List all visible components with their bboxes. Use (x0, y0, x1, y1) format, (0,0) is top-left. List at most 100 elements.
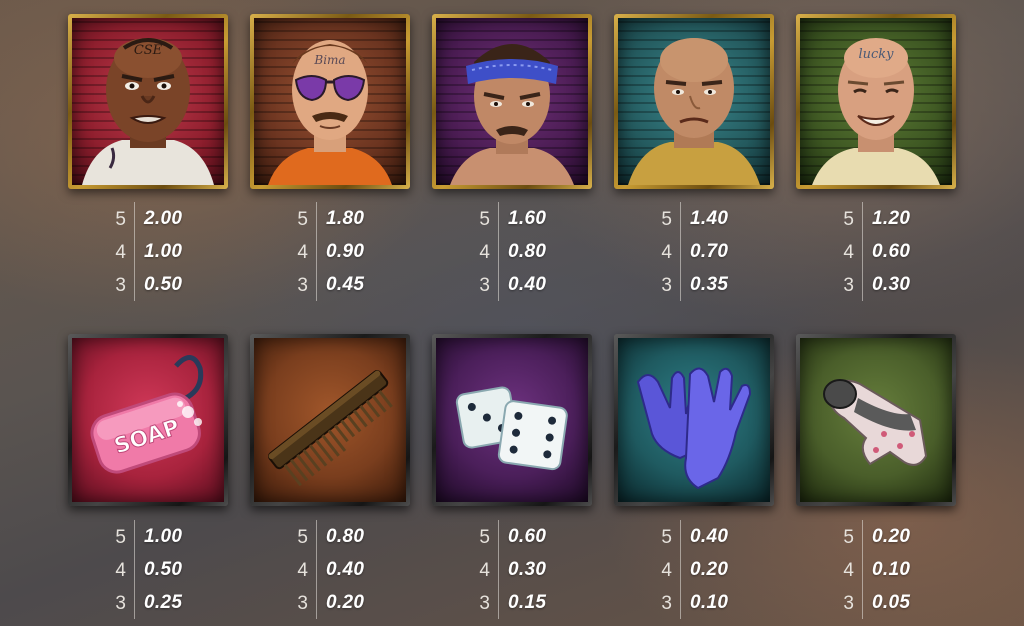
soap-icon: SOAP (72, 338, 224, 502)
match-count: 5 (115, 209, 126, 230)
paytable-values: 5 1.20 4 0.60 3 0.30 (826, 202, 956, 301)
divider (134, 202, 135, 235)
pay-row: 3 0.45 (280, 268, 410, 301)
payout-value: 1.40 (690, 208, 729, 229)
match-count: 4 (115, 560, 126, 581)
divider (316, 520, 317, 553)
match-count: 4 (297, 560, 308, 581)
match-count: 5 (843, 209, 854, 230)
payout-value: 1.60 (508, 208, 547, 229)
match-count: 3 (115, 593, 126, 614)
paytable-values: 5 0.80 4 0.40 3 0.20 (280, 520, 410, 619)
divider (498, 520, 499, 553)
gloves-icon (618, 338, 770, 502)
match-count: 5 (115, 527, 126, 548)
payout-value: 0.20 (872, 526, 911, 547)
divider (498, 268, 499, 301)
symbol-frame: SOAP (68, 334, 228, 506)
pay-row: 4 0.90 (280, 235, 410, 268)
pay-row: 3 0.25 (98, 586, 228, 619)
match-count: 3 (479, 593, 490, 614)
dice-icon (436, 338, 588, 502)
match-count: 4 (843, 560, 854, 581)
payout-value: 0.05 (872, 592, 911, 613)
payout-value: 0.50 (144, 559, 183, 580)
lucky-inmate-icon: lucky (800, 18, 952, 185)
pay-row: 5 0.40 (644, 520, 774, 553)
divider (680, 586, 681, 619)
payout-value: 0.30 (872, 274, 911, 295)
pay-row: 5 1.40 (644, 202, 774, 235)
divider (862, 520, 863, 553)
pay-row: 4 0.50 (98, 553, 228, 586)
pay-row: 5 0.60 (462, 520, 592, 553)
payout-value: 0.10 (690, 592, 729, 613)
match-count: 4 (661, 242, 672, 263)
payout-value: 0.20 (690, 559, 729, 580)
pay-row: 3 0.05 (826, 586, 956, 619)
divider (498, 202, 499, 235)
paytable-values: 5 0.40 4 0.20 3 0.10 (644, 520, 774, 619)
payout-value: 0.35 (690, 274, 729, 295)
divider (680, 235, 681, 268)
divider (134, 268, 135, 301)
match-count: 4 (115, 242, 126, 263)
payout-value: 1.00 (144, 241, 183, 262)
divider (498, 586, 499, 619)
payout-value: 0.60 (508, 526, 547, 547)
divider (134, 520, 135, 553)
paytable-values: 5 0.60 4 0.30 3 0.15 (462, 520, 592, 619)
payout-value: 0.25 (144, 592, 183, 613)
divider (862, 268, 863, 301)
pay-row: 4 0.30 (462, 553, 592, 586)
match-count: 5 (479, 527, 490, 548)
divider (316, 553, 317, 586)
match-count: 5 (661, 527, 672, 548)
pay-row: 4 0.20 (644, 553, 774, 586)
bandana-inmate-icon (436, 18, 588, 185)
symbol-frame: lucky (796, 14, 956, 189)
match-count: 5 (297, 209, 308, 230)
match-count: 3 (843, 593, 854, 614)
paytable: CSE 5 2.00 4 1.00 3 0.50 Bima 5 1.80 4 0… (0, 0, 1024, 626)
match-count: 3 (297, 275, 308, 296)
match-count: 3 (661, 275, 672, 296)
pay-row: 4 1.00 (98, 235, 228, 268)
divider (862, 202, 863, 235)
payout-value: 0.90 (326, 241, 365, 262)
paytable-values: 5 0.20 4 0.10 3 0.05 (826, 520, 956, 619)
divider (498, 553, 499, 586)
match-count: 5 (297, 527, 308, 548)
match-count: 3 (479, 275, 490, 296)
symbol-frame (796, 334, 956, 506)
pay-row: 5 1.80 (280, 202, 410, 235)
payout-value: 0.40 (508, 274, 547, 295)
match-count: 4 (843, 242, 854, 263)
pay-row: 3 0.30 (826, 268, 956, 301)
payout-value: 2.00 (144, 208, 183, 229)
divider (316, 235, 317, 268)
match-count: 5 (843, 527, 854, 548)
symbol-frame (432, 334, 592, 506)
payout-value: 0.80 (508, 241, 547, 262)
tattoo-text: lucky (858, 47, 894, 62)
match-count: 3 (297, 593, 308, 614)
payout-value: 1.00 (144, 526, 183, 547)
match-count: 5 (661, 209, 672, 230)
divider (134, 553, 135, 586)
pay-row: 3 0.15 (462, 586, 592, 619)
divider (316, 202, 317, 235)
divider (862, 235, 863, 268)
pay-row: 5 2.00 (98, 202, 228, 235)
pay-row: 5 0.20 (826, 520, 956, 553)
divider (134, 586, 135, 619)
pay-row: 4 0.70 (644, 235, 774, 268)
divider (680, 553, 681, 586)
paytable-values: 5 1.00 4 0.50 3 0.25 (98, 520, 228, 619)
sock-icon (800, 338, 952, 502)
divider (498, 235, 499, 268)
symbol-frame (614, 334, 774, 506)
pay-row: 3 0.10 (644, 586, 774, 619)
payout-value: 0.15 (508, 592, 547, 613)
paytable-values: 5 1.60 4 0.80 3 0.40 (462, 202, 592, 301)
